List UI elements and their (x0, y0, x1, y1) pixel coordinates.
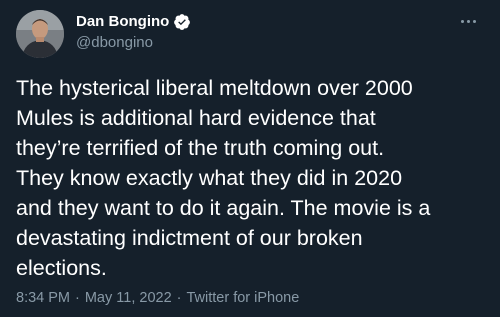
more-options-icon-dot (472, 19, 476, 23)
more-options-button[interactable] (454, 10, 482, 32)
tweet-date[interactable]: May 11, 2022 (85, 288, 172, 308)
avatar[interactable] (16, 10, 64, 58)
tweet-time[interactable]: 8:34 PM (16, 288, 70, 308)
top-edge (0, 0, 500, 4)
tweet-source[interactable]: Twitter for iPhone (186, 288, 299, 308)
meta-separator: · (176, 290, 182, 306)
meta-separator: · (75, 290, 80, 306)
tweet-card: Dan Bongino @dbongino The hysterical lib… (0, 0, 500, 317)
more-options-icon-dot (460, 19, 464, 23)
avatar-image (16, 10, 64, 58)
display-name[interactable]: Dan Bongino (76, 12, 169, 32)
author-handle[interactable]: @dbongino (76, 33, 153, 53)
author-name-row: Dan Bongino (76, 12, 191, 32)
tweet-metadata: 8:34 PM · May 11, 2022 · Twitter for iPh… (16, 288, 299, 308)
verified-badge-icon (173, 13, 191, 31)
more-options-icon-dot (466, 19, 470, 23)
tweet-text: The hysterical liberal meltdown over 200… (16, 76, 431, 280)
